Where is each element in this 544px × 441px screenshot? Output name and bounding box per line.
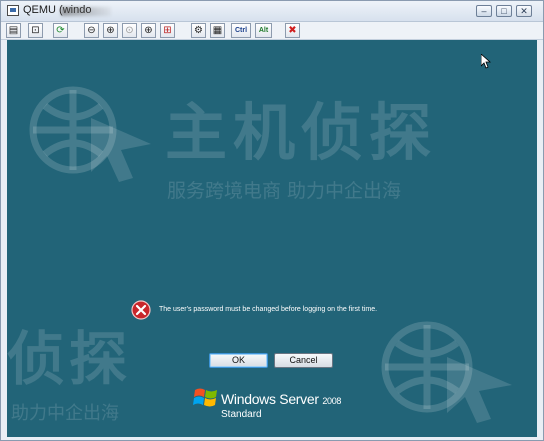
save-icon[interactable]: ⊡ (28, 23, 43, 38)
watermark-slogan: 服务跨境电商 助力中企出海 (167, 180, 402, 202)
app-icon (7, 5, 19, 16)
ok-button[interactable]: OK (209, 353, 268, 368)
toolbar: ▤ ⊡ ⟳ ⊖ ⊕ ⊙ ⊕ ⊞ ⚙ ▦ Ctrl Alt ✖ (1, 22, 543, 40)
product-title: Windows Server (221, 391, 319, 407)
refresh-icon[interactable]: ⟳ (53, 23, 68, 38)
product-name: Windows Server 2008 (221, 391, 341, 407)
qemu-window: QEMU (windo – □ ✕ ▤ ⊡ ⟳ ⊖ ⊕ ⊙ ⊕ ⊞ ⚙ ▦ Ct… (0, 0, 544, 441)
mouse-pointer-icon (481, 54, 491, 69)
maximize-button[interactable]: □ (496, 5, 512, 17)
product-edition: Standard (221, 409, 262, 420)
ctrl-key-button[interactable]: Ctrl (231, 23, 251, 38)
watermark-globe-icon (29, 86, 151, 182)
zoom-reset-icon[interactable]: ⊙ (122, 23, 137, 38)
minimize-button[interactable]: – (476, 5, 492, 17)
properties-icon[interactable]: ▤ (6, 23, 21, 38)
title-bar[interactable]: QEMU (windo – □ ✕ (1, 1, 543, 22)
zoom-in-icon[interactable]: ⊕ (103, 23, 118, 38)
disconnect-icon[interactable]: ✖ (285, 23, 300, 38)
product-version: 2008 (322, 396, 342, 406)
watermark-brand: 主机侦探 (165, 96, 438, 169)
vm-display[interactable]: 主机侦探 服务跨境电商 助力中企出海 侦探 助力中企出海 The user's … (7, 40, 537, 437)
title-redaction (61, 7, 111, 16)
cancel-button[interactable]: Cancel (274, 353, 333, 368)
close-button[interactable]: ✕ (516, 5, 532, 17)
zoom-out-icon[interactable]: ⊖ (84, 23, 99, 38)
windows-logo-icon (193, 388, 217, 407)
alt-key-button[interactable]: Alt (255, 23, 272, 38)
clipboard-icon[interactable]: ▦ (210, 23, 225, 38)
error-message: The user's password must be changed befo… (159, 306, 378, 313)
watermark-slogan-short: 助力中企出海 (11, 403, 119, 424)
fullscreen-icon[interactable]: ⊞ (160, 23, 175, 38)
options-icon[interactable]: ⚙ (191, 23, 206, 38)
zoom-auto-icon[interactable]: ⊕ (141, 23, 156, 38)
watermark-brand-partial: 侦探 (7, 325, 132, 393)
error-icon (131, 300, 151, 320)
watermark-globe-icon-2 (381, 321, 512, 423)
